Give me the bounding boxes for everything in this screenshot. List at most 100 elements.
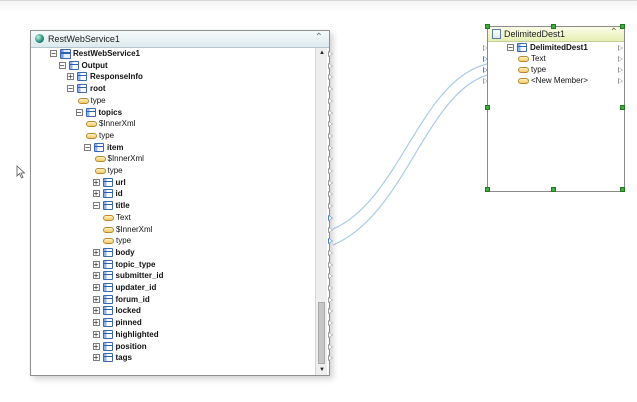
node-row-tags[interactable]: + tags [31,352,314,364]
double-chevron-up-icon[interactable]: ⌃ [610,27,618,38]
field-row-text[interactable]: Text [31,212,314,224]
output-port[interactable] [618,45,623,51]
collapse-icon[interactable]: − [507,44,514,52]
input-port[interactable] [483,56,488,62]
scroll-up-arrow-icon[interactable]: ▲ [316,48,328,58]
collapse-icon[interactable]: − [75,108,83,116]
field-row-innerxml[interactable]: $InnerXml [31,224,314,236]
output-port[interactable] [328,109,333,116]
node-row-root[interactable]: − root [31,83,314,95]
expand-icon[interactable]: + [92,272,100,280]
node-row-responseinfo[interactable]: + ResponseInfo [31,71,314,83]
expand-icon[interactable]: + [67,73,74,81]
expand-icon[interactable]: + [92,319,100,327]
node-row-title[interactable]: − title [31,200,314,212]
node-row-topics[interactable]: − topics [31,107,314,119]
collapse-icon[interactable]: − [50,50,57,58]
expand-icon[interactable]: + [92,178,100,186]
node-row-body[interactable]: + body [31,247,314,259]
output-port[interactable] [328,203,333,210]
expand-icon[interactable]: + [92,354,100,362]
node-row-topic-type[interactable]: + topic_type [31,259,314,271]
output-port[interactable] [328,261,333,268]
output-port[interactable] [328,308,333,315]
node-row-forum-id[interactable]: + forum_id [31,294,314,306]
output-port[interactable] [328,86,333,93]
expand-icon[interactable]: + [92,295,100,303]
output-port[interactable] [328,62,333,69]
expand-icon[interactable]: + [92,330,100,338]
output-port[interactable] [328,168,333,174]
output-port[interactable] [328,144,333,151]
dest-node-delimiteddest[interactable]: DelimitedDest1 ⌃ − DelimitedDest1 Text type… [483,26,625,192]
output-port[interactable] [328,121,333,128]
output-port[interactable] [328,191,333,198]
output-port[interactable] [328,285,333,291]
node-row-url[interactable]: + url [31,177,314,189]
dest-node-header[interactable]: DelimitedDest1 ⌃ [488,27,624,42]
scroll-down-arrow-icon[interactable]: ▼ [316,365,328,375]
resize-handle-bl[interactable] [485,187,490,192]
expand-icon[interactable]: + [92,190,100,198]
expand-icon[interactable]: + [92,260,100,268]
output-port[interactable] [328,273,333,280]
output-port[interactable] [328,214,333,221]
field-row-type[interactable]: type [31,235,314,247]
expand-icon[interactable]: + [92,248,100,256]
field-row-innerxml[interactable]: $InnerXml [31,118,314,130]
output-port[interactable] [328,343,333,350]
node-row-locked[interactable]: + locked [31,305,314,317]
resize-handle-br[interactable] [620,187,625,192]
collapse-icon[interactable]: − [84,143,91,151]
output-port[interactable] [328,238,333,245]
input-port[interactable] [483,45,488,51]
resize-handle-ml[interactable] [485,105,490,110]
field-row-type[interactable]: type [31,95,314,107]
output-port[interactable] [328,179,333,186]
output-port[interactable] [328,355,333,362]
source-tree[interactable]: − RestWebService1− Output + ResponseInfo − roo… [31,48,314,375]
expand-icon[interactable]: + [92,284,100,292]
expand-icon[interactable]: + [92,342,100,350]
node-row-item[interactable]: − item [31,142,314,154]
field-row-innerxml[interactable]: $InnerXml [31,153,314,165]
input-port[interactable] [483,78,488,84]
field-row-type[interactable]: type [31,130,314,142]
source-node-restwebservice[interactable]: RestWebService1 ⌃ − RestWebService1− Outpu… [30,30,333,376]
expand-icon[interactable]: + [92,307,100,315]
output-port[interactable] [618,78,623,84]
collapse-icon[interactable]: − [58,61,66,69]
resize-handle-tr[interactable] [620,24,625,29]
output-port[interactable] [328,320,333,327]
dest-tree[interactable]: − DelimitedDest1 Text type <New Member> [488,42,618,182]
input-port[interactable] [483,67,488,73]
resize-handle-mr[interactable] [620,105,625,110]
collapse-icon[interactable]: − [67,85,74,93]
node-row-pinned[interactable]: + pinned [31,317,314,329]
scroll-thumb[interactable] [318,302,325,364]
resize-handle-tl[interactable] [485,24,490,29]
node-row-output[interactable]: − Output [31,60,314,72]
output-port[interactable] [328,156,333,163]
resize-handle-tm[interactable] [551,24,556,29]
node-row-updater-id[interactable]: + updater_id [31,282,314,294]
output-port[interactable] [618,67,623,73]
node-row-submitter-id[interactable]: + submitter_id [31,270,314,282]
node-row-position[interactable]: + position [31,341,314,353]
resize-handle-bm[interactable] [551,187,556,192]
output-port[interactable] [328,74,333,81]
output-port[interactable] [328,331,333,338]
output-port[interactable] [328,97,333,104]
node-row-id[interactable]: + id [31,188,314,200]
output-port[interactable] [328,132,333,139]
double-chevron-up-icon[interactable]: ⌃ [315,32,323,43]
vertical-scrollbar[interactable]: ▲ ▼ [315,48,327,375]
output-port[interactable] [328,249,333,256]
field-row-new-member[interactable]: <New Member> [488,75,618,87]
node-row-restwebservice1[interactable]: − RestWebService1 [31,48,314,60]
output-port[interactable] [618,56,623,62]
output-port[interactable] [328,226,333,233]
node-row-highlighted[interactable]: + highlighted [31,329,314,341]
field-row-type[interactable]: type [31,165,314,177]
source-node-header[interactable]: RestWebService1 ⌃ [31,31,329,48]
